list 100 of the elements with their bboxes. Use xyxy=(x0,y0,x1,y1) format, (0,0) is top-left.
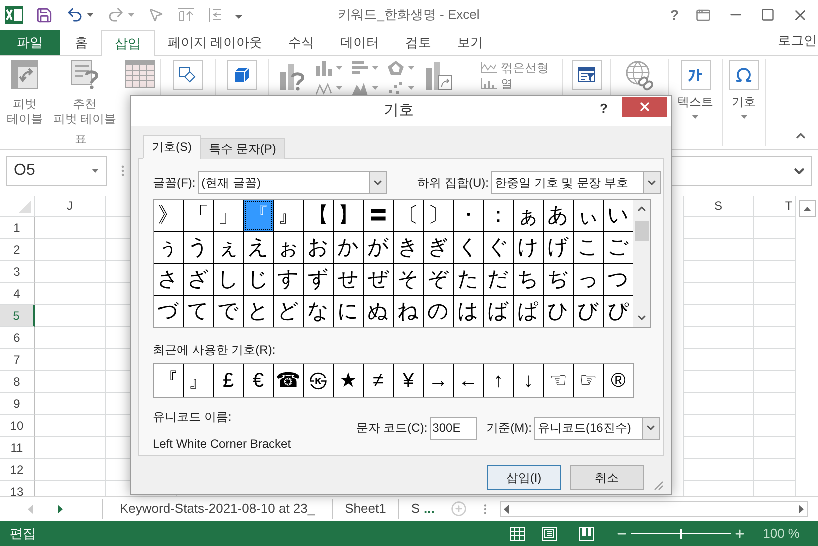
ribbon-tab[interactable]: 데이터 xyxy=(328,30,393,55)
scrollbar[interactable] xyxy=(633,200,650,327)
sheet-cell[interactable] xyxy=(683,371,754,393)
symbol-cell[interactable]: じ xyxy=(244,264,273,295)
scroll-thumb[interactable] xyxy=(634,221,648,241)
more-sheets-indicator[interactable]: ... xyxy=(424,499,435,519)
recent-symbol-cell[interactable]: ↑ xyxy=(484,364,513,397)
sheet-cell[interactable] xyxy=(683,239,754,261)
font-dropdown[interactable]: (현재 글꼴) xyxy=(198,171,387,194)
symbol-cell[interactable]: し xyxy=(214,264,243,295)
symbol-cell[interactable]: で xyxy=(214,296,243,327)
symbol-cell[interactable]: す xyxy=(274,264,303,295)
ribbon-tab[interactable]: 페이지 레이아웃 xyxy=(155,30,276,55)
pointer-icon[interactable] xyxy=(148,7,164,23)
symbol-cell[interactable]: 〕 xyxy=(424,200,453,231)
symbol-cell[interactable]: え xyxy=(244,232,273,263)
resize-grip-icon[interactable] xyxy=(653,480,663,490)
row-header[interactable]: 8 xyxy=(0,371,35,393)
recent-symbol-cell[interactable]: ≠ xyxy=(364,364,393,397)
next-sheet-icon[interactable] xyxy=(58,504,63,514)
symbol-cell[interactable]: ・ xyxy=(454,200,483,231)
symbol-cell[interactable]: ず xyxy=(304,264,333,295)
close-button[interactable] xyxy=(622,97,667,117)
scatter-chart-icon[interactable] xyxy=(387,80,405,96)
symbol-cell[interactable]: て xyxy=(184,296,213,327)
help-button[interactable]: ? xyxy=(670,4,679,26)
symbol-cell[interactable]: さ xyxy=(154,264,183,295)
pivot-table-button[interactable]: 피벗 테이블 xyxy=(0,60,50,127)
sheet-tab[interactable]: Sheet1 xyxy=(333,499,398,519)
symbol-cell[interactable]: た xyxy=(454,264,483,295)
symbol-cell[interactable]: ぁ xyxy=(514,200,543,231)
sheet-cell[interactable] xyxy=(35,349,106,371)
row-header[interactable]: 3 xyxy=(0,261,35,283)
help-button[interactable]: ? xyxy=(600,99,608,118)
save-icon[interactable] xyxy=(36,6,53,24)
symbol-cell[interactable]: つ xyxy=(604,264,633,295)
symbol-cell[interactable]: こ xyxy=(574,232,603,263)
symbol-cell[interactable]: ぇ xyxy=(214,232,243,263)
symbol-cell[interactable]: ば xyxy=(484,296,513,327)
sheet-cell[interactable] xyxy=(683,261,754,283)
recent-symbol-cell[interactable]: ☎ xyxy=(274,364,303,397)
dialog-tab[interactable]: 특수 문자(P) xyxy=(200,138,286,159)
row-header[interactable]: 6 xyxy=(0,327,35,349)
recent-symbol-cell[interactable]: 『 xyxy=(154,364,183,397)
recent-symbol-cell[interactable]: ★ xyxy=(334,364,363,397)
symbol-cell[interactable]: 【 xyxy=(304,200,333,231)
bar-chart-icon[interactable] xyxy=(351,60,369,76)
symbol-cell[interactable]: 〓 xyxy=(364,200,393,231)
ribbon-tab[interactable]: 파일 xyxy=(0,30,60,55)
sheet-cell[interactable] xyxy=(35,327,106,349)
symbol-cell[interactable]: ぐ xyxy=(484,232,513,263)
table-icon[interactable] xyxy=(125,60,155,88)
symbol-cell[interactable]: ち xyxy=(514,264,543,295)
symbol-cell[interactable]: 」 xyxy=(214,200,243,231)
symbol-cell[interactable]: ぢ xyxy=(544,264,573,295)
dialog-button[interactable]: 삽입(I) xyxy=(487,465,561,490)
symbol-cell[interactable]: っ xyxy=(574,264,603,295)
recent-symbol-cell[interactable]: ® xyxy=(604,364,633,397)
ribbon-tab[interactable]: 홈 xyxy=(62,30,101,55)
recent-symbol-cell[interactable]: ↓ xyxy=(514,364,543,397)
redo-icon[interactable] xyxy=(107,6,125,24)
sheet-cell[interactable] xyxy=(683,437,754,459)
scroll-right-icon[interactable] xyxy=(799,504,804,514)
symbol-cell[interactable]: う xyxy=(184,232,213,263)
indent-icon[interactable] xyxy=(208,7,222,23)
recent-symbol-cell[interactable]: ☞ xyxy=(574,364,603,397)
row-header[interactable]: 9 xyxy=(0,393,35,415)
sheet-cell[interactable] xyxy=(35,437,106,459)
sort-icon[interactable] xyxy=(177,8,195,22)
undo-icon[interactable] xyxy=(66,6,84,24)
recent-symbol-cell[interactable]: ㉿ xyxy=(304,364,333,397)
column-sparkline-button[interactable]: 열 xyxy=(481,77,549,91)
maximize-icon[interactable] xyxy=(761,8,775,22)
ribbon-tab[interactable]: 수식 xyxy=(276,30,328,55)
symbol-cell[interactable]: け xyxy=(514,232,543,263)
row-header[interactable]: 11 xyxy=(0,437,35,459)
symbol-cell[interactable]: な xyxy=(304,296,333,327)
symbol-cell[interactable]: ぉ xyxy=(274,232,303,263)
ribbon-tab[interactable]: 검토 xyxy=(392,30,445,55)
normal-view-icon[interactable] xyxy=(510,526,526,540)
sheet-cell[interactable] xyxy=(35,371,106,393)
symbol-cell[interactable]: ： xyxy=(484,200,513,231)
symbol-cell[interactable]: お xyxy=(304,232,333,263)
from-dropdown[interactable]: 유니코드(16진수) xyxy=(534,416,660,440)
ribbon-tab[interactable]: 보기 xyxy=(444,30,497,55)
sheet-cell[interactable] xyxy=(35,239,106,261)
symbol-cell[interactable]: き xyxy=(394,232,423,263)
page-layout-icon[interactable] xyxy=(542,526,558,540)
column-header[interactable]: S xyxy=(683,196,754,217)
line-sparkline-button[interactable]: 꺾은선형 xyxy=(481,61,549,75)
sheet-cell[interactable] xyxy=(683,327,754,349)
radar-chart-icon[interactable] xyxy=(387,60,405,76)
dialog-button[interactable]: 취소 xyxy=(570,465,644,490)
symbol-cell[interactable]: に xyxy=(334,296,363,327)
sheet-tab[interactable]: S xyxy=(399,499,420,519)
zoom-level[interactable]: 100 % xyxy=(763,524,800,544)
symbol-cell[interactable]: ご xyxy=(604,232,633,263)
recommended-pivot-button[interactable]: 추천 피벗 테이블 xyxy=(50,60,120,127)
symbol-cell[interactable]: か xyxy=(334,232,363,263)
sheet-cell[interactable] xyxy=(683,415,754,437)
